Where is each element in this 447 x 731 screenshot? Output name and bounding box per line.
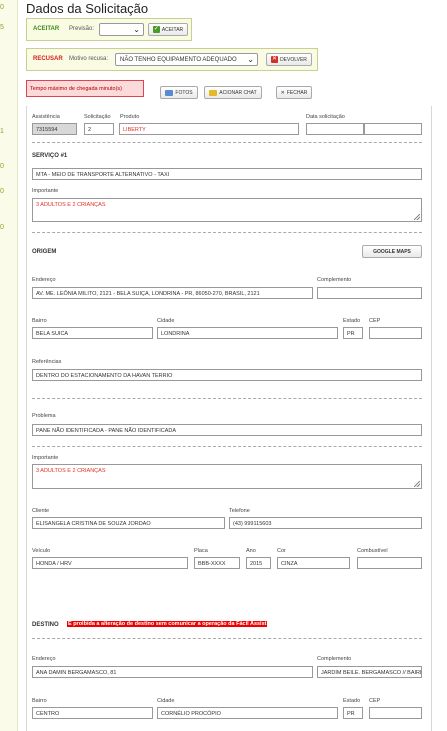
origin-district-label: Bairro xyxy=(32,318,47,324)
camera-icon xyxy=(165,89,174,96)
forecast-label: Previsão: xyxy=(69,26,95,32)
destination-address-label: Endereço xyxy=(32,656,56,662)
destination-city-field[interactable]: CORNÉLIO PROCÓPIO xyxy=(157,707,338,719)
divider xyxy=(32,446,422,447)
year-field[interactable]: 2015 xyxy=(246,557,271,569)
return-button[interactable]: ✕ DEVOLVER xyxy=(266,53,312,66)
divider xyxy=(32,638,422,639)
destination-state-label: Estado xyxy=(343,698,361,704)
divider xyxy=(32,232,422,233)
plate-label: Placa xyxy=(194,548,208,554)
phone-field[interactable]: (43) 999115603 xyxy=(229,517,422,529)
google-maps-button[interactable]: GOOGLE MAPS xyxy=(362,245,422,258)
request-time-field[interactable] xyxy=(364,123,422,135)
origin-important-textarea[interactable]: 3 ADULTOS E 2 CRIANÇAS xyxy=(32,464,422,489)
service-type-field[interactable]: MTA - MEIO DE TRANSPORTE ALTERNATIVO - T… xyxy=(32,168,422,180)
left-number: 0 xyxy=(0,224,4,231)
assistance-label: Assistência xyxy=(32,114,60,120)
destination-warning: É proibida a alteração de destino sem co… xyxy=(67,621,268,627)
origin-address-field[interactable]: AV. ME. LEÔNIA MILITO, 2121 - BELA SUIÇA… xyxy=(32,287,313,299)
destination-address-field[interactable]: ANA DAMIN BERGAMASCO, 81 xyxy=(32,666,313,678)
origin-zip-field[interactable] xyxy=(369,327,422,339)
left-strip: 0 5 1 0 0 0 xyxy=(0,0,18,731)
origin-city-label: Cidade xyxy=(157,318,175,324)
close-icon: ✕ xyxy=(280,89,285,96)
chevron-down-icon: ⌄ xyxy=(133,25,140,34)
origin-important-label: Importante xyxy=(32,455,59,461)
reason-label: Motivo recusa: xyxy=(69,56,109,62)
fuel-field[interactable] xyxy=(357,557,422,569)
close-button[interactable]: ✕ FECHAR xyxy=(276,86,312,99)
problem-label: Problema xyxy=(32,413,56,419)
left-number: 1 xyxy=(0,128,4,135)
vehicle-field[interactable]: HONDA / HRV xyxy=(32,557,188,569)
origin-state-label: Estado xyxy=(343,318,361,324)
problem-field[interactable]: PANE NÃO IDENTIFICADA - PANE NÃO IDENTIF… xyxy=(32,424,422,436)
accept-button[interactable]: ✓ ACEITAR xyxy=(148,23,188,36)
refuse-box: RECUSAR Motivo recusa: NÃO TENHO EQUIPAM… xyxy=(26,48,318,71)
plate-field[interactable]: BBB-XXXX xyxy=(194,557,240,569)
divider xyxy=(32,398,422,399)
product-field[interactable]: LIBERTY xyxy=(119,123,299,135)
origin-complement-field[interactable] xyxy=(317,287,422,299)
origin-references-field[interactable]: DENTRO DO ESTACIONAMENTO DA HAVAN TERRIO xyxy=(32,369,422,381)
destination-complement-field[interactable]: JARDIM BEILE. BERGAMASCO // BAIRRO xyxy=(317,666,422,678)
left-number: 0 xyxy=(0,163,4,170)
resize-grip-icon[interactable] xyxy=(414,481,420,487)
close-icon: ✕ xyxy=(271,56,279,63)
divider xyxy=(32,142,422,143)
origin-complement-label: Complemento xyxy=(317,277,352,283)
product-label: Produto xyxy=(120,114,140,120)
arrival-time-alert: Tempo máximo de chegada minuto(s) xyxy=(26,80,144,97)
resize-grip-icon[interactable] xyxy=(414,214,420,220)
service-important-label: Importante xyxy=(32,188,59,194)
phone-label: Telefone xyxy=(229,508,250,514)
left-number: 5 xyxy=(0,24,4,31)
client-label: Cliente xyxy=(32,508,50,514)
origin-city-field[interactable]: LONDRINA xyxy=(157,327,338,339)
destination-state-field[interactable]: PR xyxy=(343,707,363,719)
vehicle-color-field[interactable]: CINZA xyxy=(277,557,350,569)
color-label: Cor xyxy=(277,548,286,554)
left-number: 0 xyxy=(0,188,4,195)
origin-references-label: Referências xyxy=(32,359,62,365)
check-icon: ✓ xyxy=(152,26,160,33)
destination-district-label: Bairro xyxy=(32,698,47,704)
origin-state-field[interactable]: PR xyxy=(343,327,363,339)
destination-complement-label: Complemento xyxy=(317,656,352,662)
left-number: 0 xyxy=(0,4,4,11)
origin-address-label: Endereço xyxy=(32,277,56,283)
vehicle-label: Veículo xyxy=(32,548,51,554)
client-field[interactable]: ELISANGELA CRISTINA DE SOUZA JORDAO xyxy=(32,517,225,529)
request-date-label: Data solicitação xyxy=(306,114,345,120)
origin-district-field[interactable]: BELA SUICA xyxy=(32,327,153,339)
request-date-field[interactable] xyxy=(306,123,364,135)
refuse-label: RECUSAR xyxy=(33,56,63,62)
page-title: Dados da Solicitação xyxy=(26,1,149,16)
photos-button[interactable]: FOTOS xyxy=(160,86,198,99)
request-label: Solicitação xyxy=(84,114,111,120)
reason-select[interactable]: NÃO TENHO EQUIPAMENTO ADEQUADO ⌄ xyxy=(115,53,258,66)
request-field[interactable]: 2 xyxy=(84,123,114,135)
assistance-field[interactable]: 7315594 xyxy=(32,123,77,135)
year-label: Ano xyxy=(246,548,256,554)
service-important-textarea[interactable]: 3 ADULTOS E 2 CRIANÇAS xyxy=(32,198,422,222)
destination-zip-label: CEP xyxy=(369,698,381,704)
chat-button[interactable]: ACIONAR CHAT xyxy=(204,86,262,99)
destination-district-field[interactable]: CENTRO xyxy=(32,707,153,719)
destination-zip-field[interactable] xyxy=(369,707,422,719)
forecast-select[interactable]: ⌄ xyxy=(99,23,144,36)
destination-title: DESTINO xyxy=(32,622,59,628)
service-title: SERVIÇO #1 xyxy=(32,153,68,159)
origin-title: ORIGEM xyxy=(32,249,57,255)
accept-label: ACEITAR xyxy=(33,26,60,32)
accept-box: ACEITAR Previsão: ⌄ ✓ ACEITAR xyxy=(26,18,192,41)
destination-city-label: Cidade xyxy=(157,698,175,704)
fuel-label: Combustível xyxy=(357,548,388,554)
chevron-down-icon: ⌄ xyxy=(247,55,254,64)
chat-icon xyxy=(209,89,218,96)
origin-zip-label: CEP xyxy=(369,318,381,324)
